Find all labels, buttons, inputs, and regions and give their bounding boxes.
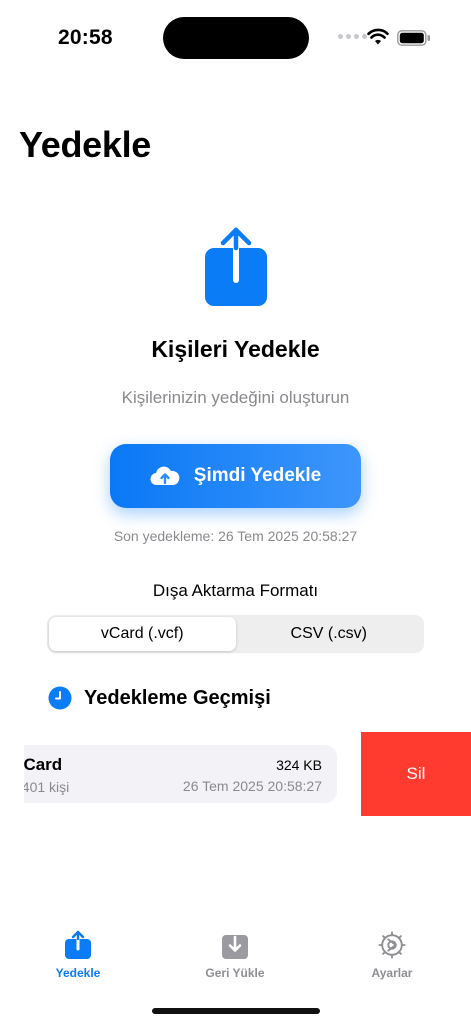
dynamic-island (163, 17, 309, 59)
cloud-upload-icon (150, 466, 180, 486)
history-row-date: 26 Tem 2025 20:58:27 (182, 778, 322, 794)
wifi-icon (367, 28, 389, 45)
page-title: Yedekle (19, 124, 152, 165)
history-row-format: vCard (24, 755, 63, 774)
clock-icon (48, 686, 72, 710)
tab-restore[interactable]: Geri Yükle (185, 930, 285, 980)
export-format-segmented-control: vCard (.vcf) CSV (.csv) (47, 615, 424, 653)
backup-now-label: Şimdi Yedekle (193, 465, 322, 486)
backup-now-button[interactable]: Şimdi Yedekle (110, 444, 361, 508)
tab-backup-label: Yedekle (55, 966, 101, 980)
history-list: vCard 3401 kişi 324 KB 26 Tem 2025 20:58… (24, 732, 471, 816)
history-header: Yedekleme Geçmişi (48, 686, 271, 710)
segment-csv[interactable]: CSV (.csv) (236, 617, 423, 651)
gear-icon (378, 931, 406, 959)
share-upload-icon (205, 227, 267, 306)
cellular-signal-icon (338, 34, 367, 39)
tab-settings-label: Ayarlar (371, 966, 413, 980)
delete-label: Sil (406, 764, 426, 783)
export-format-title: Dışa Aktarma Formatı (152, 581, 319, 600)
history-row-size: 324 KB (276, 757, 322, 773)
tab-backup[interactable]: Yedekle (28, 930, 128, 980)
last-backup-text: Son yedekleme: 26 Tem 2025 20:58:27 (113, 528, 358, 544)
segment-vcard[interactable]: vCard (.vcf) (49, 617, 236, 651)
share-upload-icon (65, 930, 91, 959)
history-row-count: 3401 kişi (24, 779, 70, 795)
download-tray-icon (222, 935, 248, 959)
hero-title: Kişileri Yedekle (151, 336, 320, 362)
status-bar: 20:58 (0, 0, 471, 70)
hero-subtitle: Kişilerinizin yedeğini oluşturun (121, 388, 350, 407)
history-title: Yedekleme Geçmişi (84, 686, 271, 709)
tab-settings[interactable]: Ayarlar (342, 930, 442, 980)
battery-icon (397, 30, 430, 46)
home-indicator (152, 1008, 320, 1014)
history-row[interactable]: vCard 3401 kişi 324 KB 26 Tem 2025 20:58… (24, 745, 337, 803)
delete-button[interactable]: Sil (361, 732, 471, 816)
tab-restore-label: Geri Yükle (205, 966, 265, 980)
status-time: 20:58 (58, 26, 113, 49)
